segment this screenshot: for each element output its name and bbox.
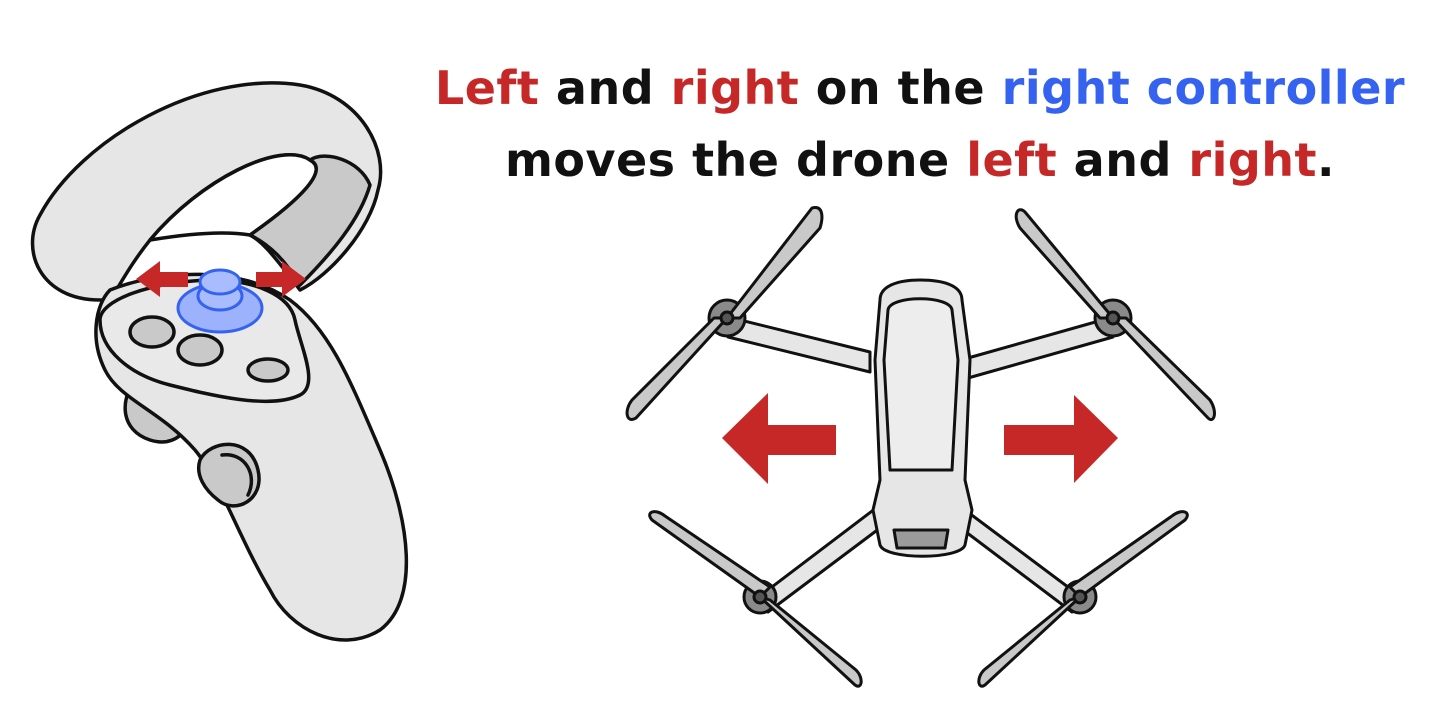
caption-word: and	[1057, 133, 1189, 187]
controller-button-b	[176, 333, 224, 367]
caption-word: left	[966, 133, 1058, 187]
caption-word: right controller	[1001, 61, 1406, 115]
caption-line-1: Left and right on the right controller	[400, 52, 1440, 124]
caption-word: right	[670, 61, 800, 115]
caption-word: and	[539, 61, 671, 115]
controller-button-a	[128, 315, 176, 349]
arrow-right-icon	[1004, 395, 1118, 483]
controller-menu-button	[246, 357, 290, 383]
caption-word: Left	[434, 61, 540, 115]
caption-word: .	[1317, 133, 1336, 187]
vr-controller-icon	[30, 81, 409, 642]
caption-word: moves the drone	[504, 133, 967, 187]
arrow-left-icon	[722, 393, 836, 484]
caption-word: on the	[799, 61, 1002, 115]
caption-line-2: moves the drone left and right.	[400, 124, 1440, 196]
caption-word: right	[1188, 133, 1318, 187]
diagram-stage: Left and right on the right controller m…	[0, 0, 1440, 720]
instruction-caption: Left and right on the right controller m…	[400, 52, 1440, 196]
